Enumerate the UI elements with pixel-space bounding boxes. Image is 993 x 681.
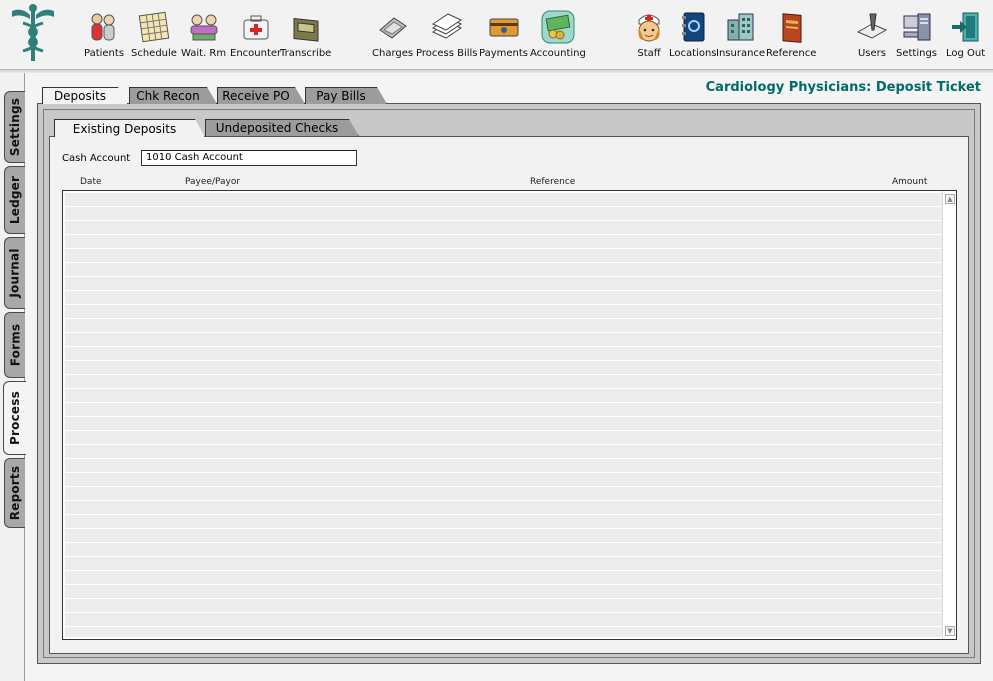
cash-account-field[interactable]: 1010 Cash Account: [141, 150, 357, 166]
main-toolbar: Patients Schedule Wait. Rm Encounter Tra…: [0, 0, 993, 70]
toolbar-divider: [0, 70, 993, 73]
side-tab-reports[interactable]: Reports: [4, 458, 25, 528]
side-tab-label: Ledger: [8, 175, 23, 225]
calendar-icon: [138, 11, 170, 43]
toolbar-users-button[interactable]: Users: [855, 10, 889, 66]
column-header-reference[interactable]: Reference: [530, 177, 575, 187]
side-tab-label: Settings: [8, 97, 22, 157]
tape-recorder-icon: [293, 17, 319, 42]
tab-receive-po[interactable]: Receive PO: [217, 87, 305, 104]
toolbar-schedule-button[interactable]: Schedule: [131, 10, 177, 66]
side-tab-settings[interactable]: Settings: [4, 91, 25, 163]
money-icon: [541, 10, 575, 44]
side-tab-journal[interactable]: Journal: [4, 237, 25, 309]
side-tab-process[interactable]: Process: [3, 381, 26, 455]
toolbar-staff-button[interactable]: Staff: [632, 10, 666, 66]
toolbar-charges-button[interactable]: Charges: [372, 10, 413, 66]
side-tab-forms[interactable]: Forms: [4, 312, 25, 378]
building-icon: [727, 13, 754, 41]
medical-kit-icon: [243, 15, 269, 40]
vertical-scrollbar[interactable]: ▲ ▼: [942, 191, 956, 639]
column-header-amount[interactable]: Amount: [892, 177, 927, 187]
toolbar-settings-button[interactable]: Settings: [896, 10, 937, 66]
toolbar-insurance-button[interactable]: Insurance: [716, 10, 765, 66]
toolbar-locations-button[interactable]: Locations: [669, 10, 717, 66]
tab-deposits[interactable]: Deposits: [42, 87, 128, 104]
credit-card-icon: [489, 18, 518, 37]
side-tab-bar: Settings Ledger Journal Forms Process Re…: [0, 73, 26, 681]
side-tab-ledger[interactable]: Ledger: [4, 166, 25, 234]
paper-stack-icon: [431, 13, 462, 39]
side-tab-label: Forms: [8, 323, 22, 367]
address-book-icon: [681, 12, 705, 42]
calculator-icon: [378, 17, 407, 39]
toolbar-encounter-button[interactable]: Encounter: [230, 10, 281, 66]
book-icon: [782, 13, 802, 43]
tab-label: Chk Recon: [136, 89, 200, 103]
patients-icon: [91, 13, 115, 41]
toolbar-waiting-room-button[interactable]: Wait. Rm: [181, 10, 226, 66]
side-tab-label: Journal: [8, 248, 23, 298]
side-tab-label: Process: [8, 391, 22, 445]
toolbar-accounting-button[interactable]: Accounting: [530, 10, 586, 66]
scroll-down-icon[interactable]: ▼: [945, 626, 955, 636]
nurse-icon: [638, 14, 660, 42]
tab-label: Deposits: [53, 89, 107, 103]
page-title: Cardiology Physicians: Deposit Ticket: [705, 80, 981, 95]
deposits-table[interactable]: ▲ ▼: [62, 190, 957, 640]
tab-label: Existing Deposits: [72, 121, 177, 136]
tab-label: Pay Bills: [316, 89, 366, 103]
toolbar-transcribe-button[interactable]: Transcribe: [280, 10, 331, 66]
tab-chk-recon[interactable]: Chk Recon: [129, 87, 217, 104]
deposits-table-rows: [65, 193, 942, 637]
toolbar-patients-button[interactable]: Patients: [84, 10, 124, 66]
waiting-room-icon: [190, 14, 218, 41]
cash-account-label: Cash Account: [62, 153, 131, 164]
toolbar-reference-button[interactable]: Reference: [766, 10, 816, 66]
side-tab-label: Reports: [8, 465, 23, 521]
tab-label: Undeposited Checks: [215, 121, 339, 135]
column-header-date[interactable]: Date: [80, 177, 102, 187]
toolbar-payments-button[interactable]: Payments: [479, 10, 528, 66]
column-header-payee[interactable]: Payee/Payor: [185, 177, 240, 187]
tab-existing-deposits[interactable]: Existing Deposits: [54, 119, 205, 137]
user-pen-icon: [856, 13, 888, 39]
tab-undeposited-checks[interactable]: Undeposited Checks: [205, 119, 359, 136]
log-out-icon: [951, 12, 979, 42]
settings-computer-icon: [903, 13, 930, 41]
tab-label: Receive PO: [222, 89, 290, 103]
toolbar-log-out-button[interactable]: Log Out: [946, 10, 985, 66]
caduceus-logo: [12, 4, 54, 61]
toolbar-process-bills-button[interactable]: Process Bills: [416, 10, 478, 66]
scroll-up-icon[interactable]: ▲: [945, 194, 955, 204]
tab-pay-bills[interactable]: Pay Bills: [305, 87, 387, 104]
